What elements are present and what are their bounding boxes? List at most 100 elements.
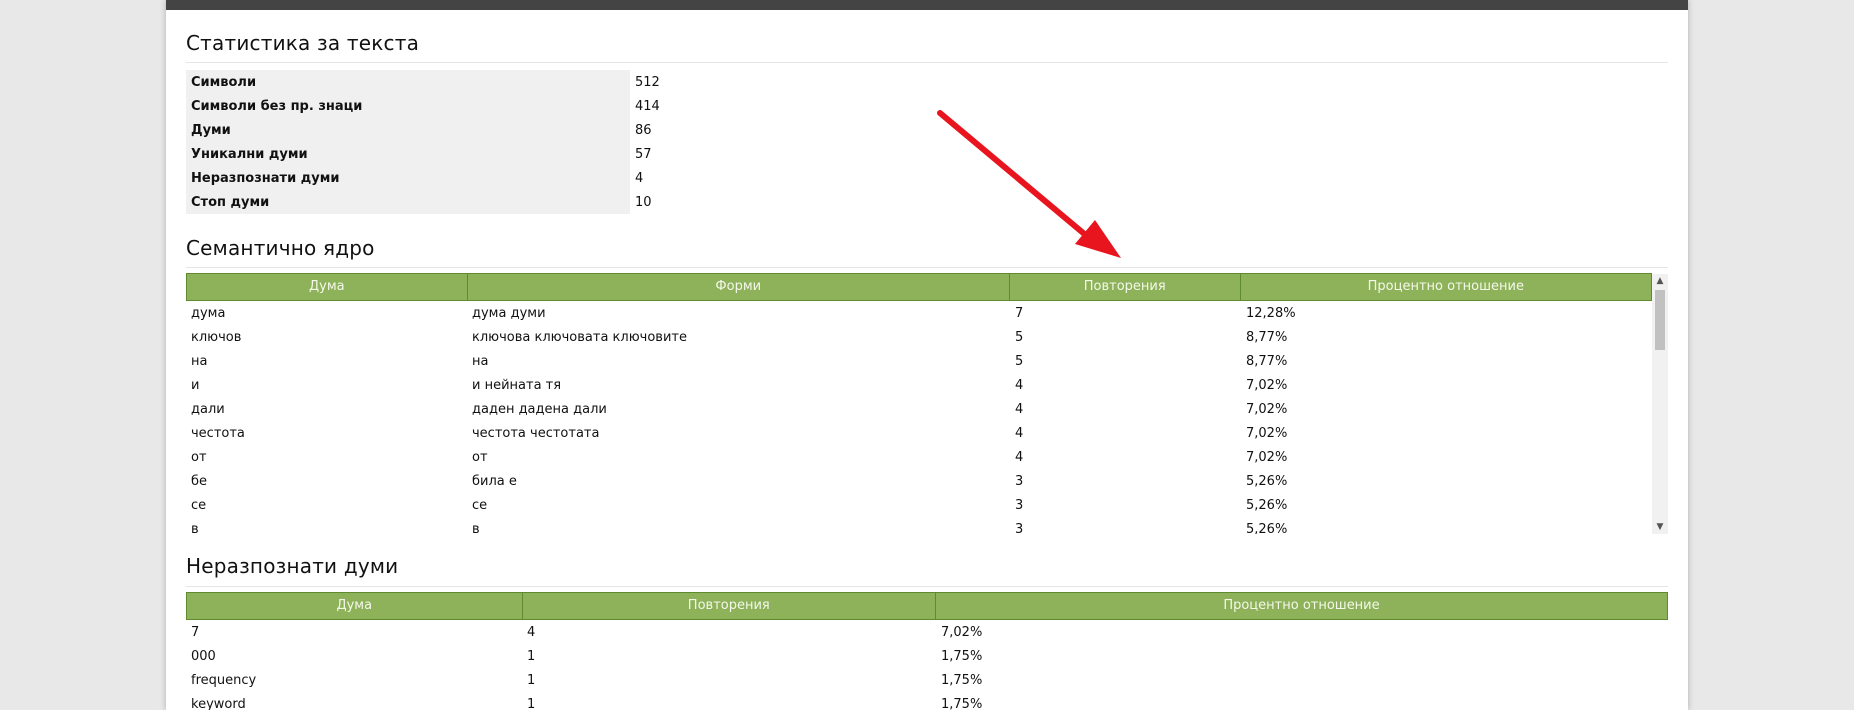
unknown-words-body: 7 4 7,02% 000 1 1,75% frequency 1 1,75% keyword 1 1… <box>186 620 1668 710</box>
table-row: keyword 1 1,75% <box>186 692 1668 710</box>
table-row: дали даден дадена дали 4 7,02% <box>186 397 1652 421</box>
table-cell: ключов <box>191 329 242 345</box>
table-cell: keyword <box>191 696 246 710</box>
table-cell: в <box>191 521 199 535</box>
stats-table: Символи 512 Символи без пр. знаци 414 Думи 86… <box>186 70 840 214</box>
table-row: бе била е 3 5,26% <box>186 469 1652 493</box>
stats-label: Думи <box>186 118 630 142</box>
table-cell: 3 <box>1015 473 1024 489</box>
semantic-core-title: Семантично ядро <box>186 236 375 260</box>
stats-value: 414 <box>635 98 660 114</box>
scroll-up-icon[interactable]: ▲ <box>1652 274 1668 288</box>
table-row: от от 4 7,02% <box>186 445 1652 469</box>
table-cell: на <box>472 353 489 369</box>
table-cell: 3 <box>1015 497 1024 513</box>
table-cell: frequency <box>191 672 257 688</box>
table-cell: дума <box>191 305 226 321</box>
table-cell: 7 <box>1015 305 1024 321</box>
top-bar <box>166 0 1688 10</box>
semantic-core-header: Дума Форми Повторения Процентно отношение <box>186 273 1652 301</box>
table-cell: била е <box>472 473 517 489</box>
divider <box>186 62 1668 63</box>
stats-row: Думи 86 <box>186 118 840 142</box>
table-cell: 1 <box>527 696 536 710</box>
table-cell: 1,75% <box>941 648 983 664</box>
stats-value: 86 <box>635 122 652 138</box>
stats-value: 10 <box>635 194 652 210</box>
table-cell: даден дадена дали <box>472 401 607 417</box>
table-cell: 4 <box>1015 449 1024 465</box>
table-cell: 8,77% <box>1246 353 1288 369</box>
table-cell: 5 <box>1015 353 1024 369</box>
table-cell: се <box>191 497 207 513</box>
stats-value: 4 <box>635 170 644 186</box>
scroll-down-icon[interactable]: ▼ <box>1652 520 1668 534</box>
stats-label: Символи без пр. знаци <box>186 94 630 118</box>
table-row: 000 1 1,75% <box>186 644 1668 668</box>
stats-label: Неразпознати думи <box>186 166 630 190</box>
table-cell: бе <box>191 473 208 489</box>
semantic-core-scrollbar[interactable]: ▲ ▼ <box>1652 274 1668 534</box>
table-row: се се 3 5,26% <box>186 493 1652 517</box>
table-cell: 1,75% <box>941 672 983 688</box>
semantic-core-column-header[interactable]: Процентно отношение <box>1241 274 1651 300</box>
table-cell: 7,02% <box>1246 449 1288 465</box>
table-cell: 1,75% <box>941 696 983 710</box>
semantic-core-column-header[interactable]: Форми <box>468 274 1010 300</box>
table-cell: 7,02% <box>1246 425 1288 441</box>
table-cell: на <box>191 353 208 369</box>
table-cell: 7,02% <box>1246 377 1288 393</box>
table-cell: 8,77% <box>1246 329 1288 345</box>
stats-row: Символи 512 <box>186 70 840 94</box>
table-row: 7 4 7,02% <box>186 620 1668 644</box>
table-cell: се <box>472 497 488 513</box>
table-cell: 000 <box>191 648 216 664</box>
table-cell: 12,28% <box>1246 305 1296 321</box>
table-cell: от <box>191 449 207 465</box>
stats-row: Символи без пр. знаци 414 <box>186 94 840 118</box>
stats-value: 57 <box>635 146 652 162</box>
table-cell: дума думи <box>472 305 546 321</box>
table-row: в в 3 5,26% <box>186 517 1652 535</box>
table-cell: 4 <box>1015 401 1024 417</box>
table-cell: 5,26% <box>1246 521 1288 535</box>
table-cell: 3 <box>1015 521 1024 535</box>
table-cell: в <box>472 521 480 535</box>
semantic-core-column-header[interactable]: Дума <box>187 274 468 300</box>
stats-row: Уникални думи 57 <box>186 142 840 166</box>
unknown-words-column-header[interactable]: Процентно отношение <box>936 593 1667 619</box>
page-container: Статистика за текста Символи 512 Символи б… <box>166 0 1688 710</box>
divider <box>186 267 1668 268</box>
table-cell: 4 <box>527 624 536 640</box>
table-cell: 1 <box>527 672 536 688</box>
semantic-core-body[interactable]: дума дума думи 7 12,28% ключов ключова ключов… <box>186 301 1652 535</box>
unknown-words-column-header[interactable]: Повторения <box>523 593 936 619</box>
stats-label: Уникални думи <box>186 142 630 166</box>
table-cell: честота честотата <box>472 425 600 441</box>
semantic-core-column-header[interactable]: Повторения <box>1010 274 1241 300</box>
table-cell: 4 <box>1015 425 1024 441</box>
stats-label: Символи <box>186 70 630 94</box>
table-cell: и нейната тя <box>472 377 562 393</box>
table-cell: честота <box>191 425 245 441</box>
stats-row: Стоп думи 10 <box>186 190 840 214</box>
unknown-words-title: Неразпознати думи <box>186 554 399 578</box>
table-cell: 4 <box>1015 377 1024 393</box>
divider <box>186 586 1668 587</box>
stats-title: Статистика за текста <box>186 31 420 55</box>
unknown-words-column-header[interactable]: Дума <box>187 593 523 619</box>
scroll-thumb[interactable] <box>1655 290 1665 350</box>
table-cell: и <box>191 377 200 393</box>
table-row: frequency 1 1,75% <box>186 668 1668 692</box>
table-cell: дали <box>191 401 225 417</box>
table-cell: 5,26% <box>1246 473 1288 489</box>
table-row: честота честота честотата 4 7,02% <box>186 421 1652 445</box>
table-cell: 7 <box>191 624 200 640</box>
table-cell: 7,02% <box>941 624 983 640</box>
table-row: и и нейната тя 4 7,02% <box>186 373 1652 397</box>
table-cell: 5 <box>1015 329 1024 345</box>
table-cell: 1 <box>527 648 536 664</box>
table-cell: 7,02% <box>1246 401 1288 417</box>
unknown-words-header: Дума Повторения Процентно отношение <box>186 592 1668 620</box>
stats-row: Неразпознати думи 4 <box>186 166 840 190</box>
